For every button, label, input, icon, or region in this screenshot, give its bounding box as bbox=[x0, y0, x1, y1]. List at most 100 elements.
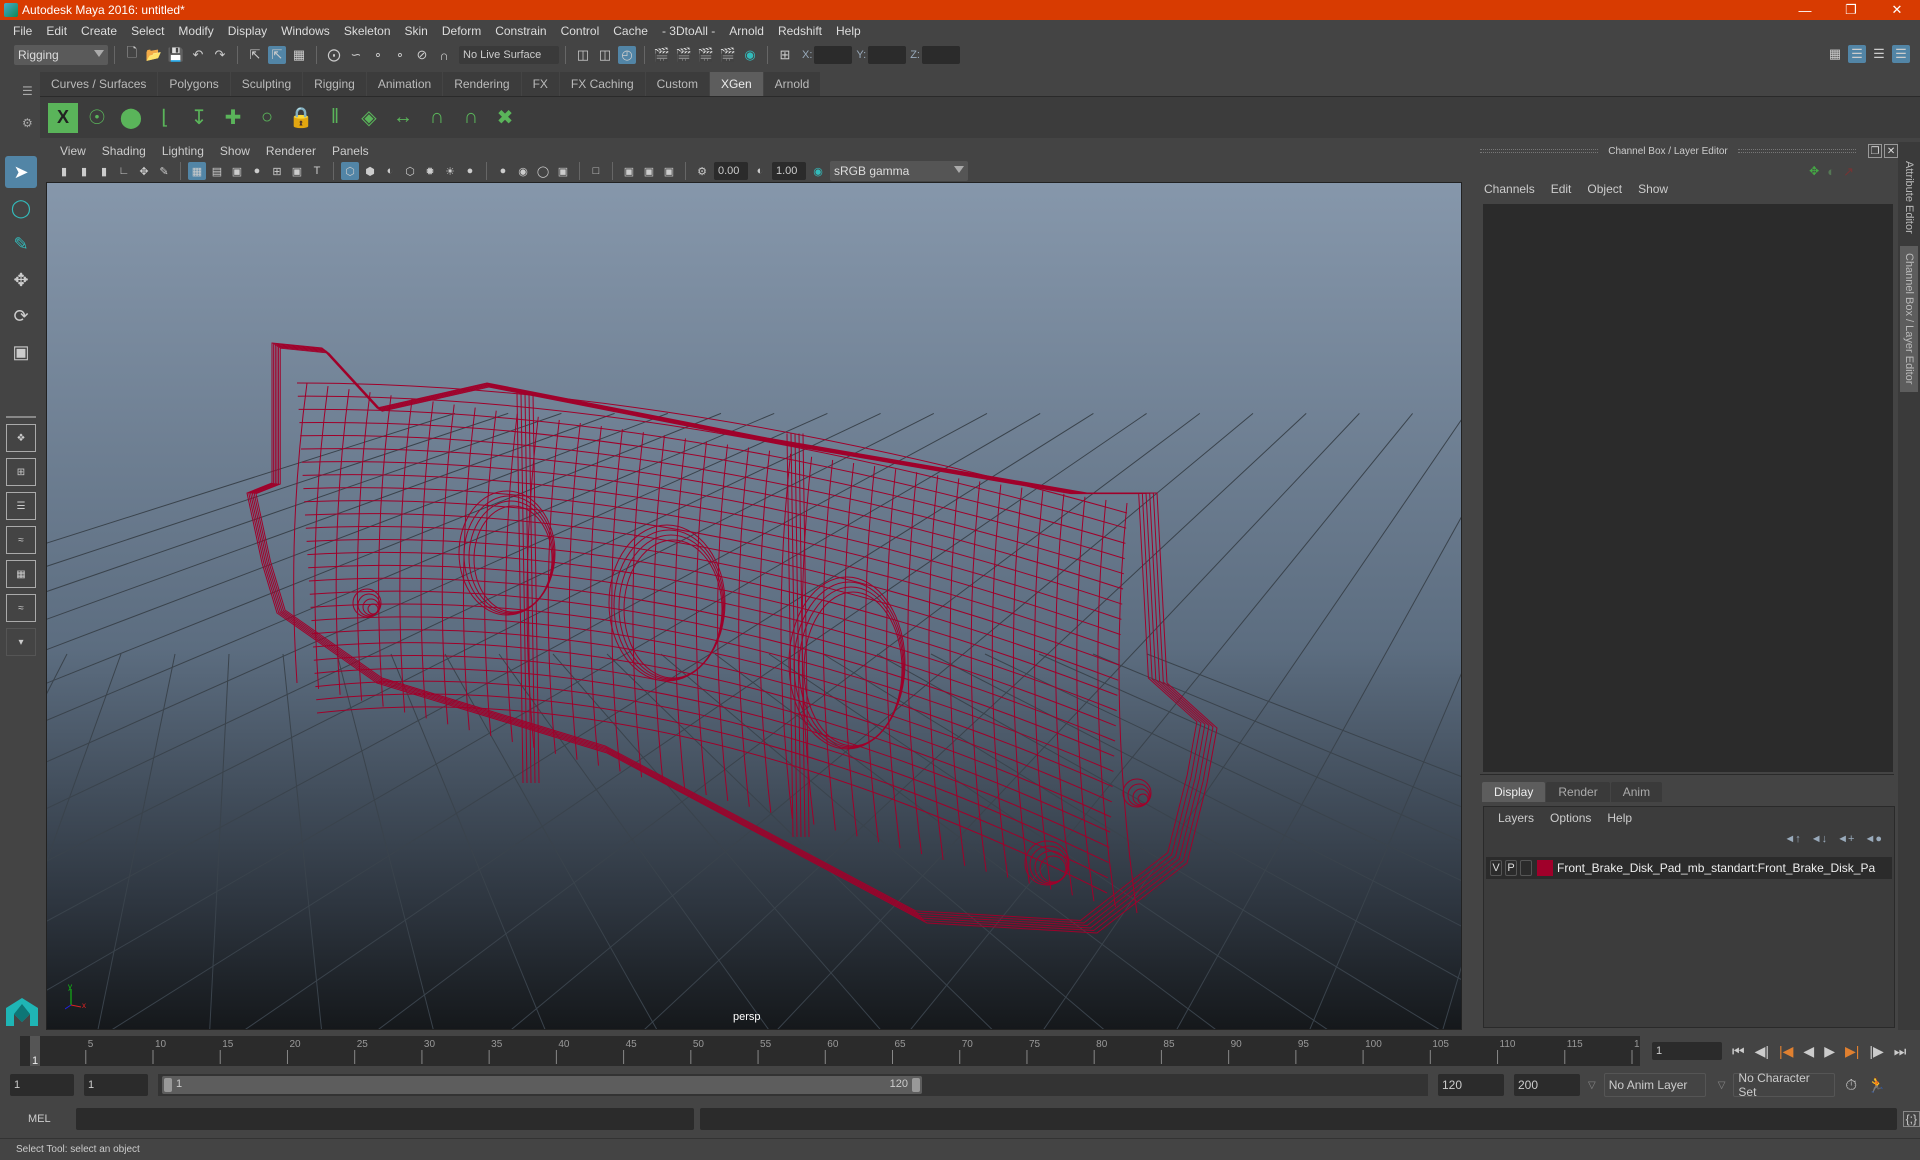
shelf-tab-fx[interactable]: FX bbox=[521, 72, 559, 96]
curves-to-guides-icon[interactable]: ∩ bbox=[456, 103, 486, 133]
field-chart-icon[interactable]: ⊞ bbox=[268, 162, 286, 180]
menu-control[interactable]: Control bbox=[554, 24, 607, 38]
hypershade-layout-icon[interactable]: ▦ bbox=[6, 560, 36, 588]
smooth-shade-icon[interactable]: ⬢ bbox=[361, 162, 379, 180]
gamma-icon[interactable]: ◐ bbox=[751, 162, 769, 180]
manipulator-axis-icon[interactable]: ✥ bbox=[1809, 164, 1819, 180]
gamma-field[interactable]: 1.00 bbox=[772, 162, 806, 180]
range-slider[interactable]: 1 120 bbox=[158, 1074, 1428, 1096]
chevron-down-icon[interactable]: ▽ bbox=[1718, 1080, 1726, 1091]
lasso-tool-icon[interactable]: ◯ bbox=[5, 192, 37, 224]
step-forward-key-icon[interactable]: ▶| bbox=[1845, 1043, 1859, 1060]
live-surface-field[interactable]: No Live Surface bbox=[459, 46, 559, 64]
open-scene-icon[interactable]: 📂 bbox=[145, 46, 163, 64]
camera-attributes-icon[interactable]: ▮ bbox=[75, 162, 93, 180]
scale-tool-icon[interactable]: ▣ bbox=[5, 336, 37, 368]
menu-help[interactable]: Help bbox=[1599, 811, 1640, 825]
new-scene-icon[interactable]: 🗋 bbox=[123, 45, 141, 64]
new-layer-icon[interactable]: ◄+ bbox=[1837, 833, 1854, 845]
float-panel-icon[interactable]: ❐ bbox=[1868, 144, 1883, 158]
use-all-lights-icon[interactable]: ☀ bbox=[441, 162, 459, 180]
auto-key-icon[interactable]: ⏱ bbox=[1845, 1077, 1857, 1094]
script-editor-icon[interactable]: {;} bbox=[1902, 1111, 1920, 1127]
menu-skin[interactable]: Skin bbox=[398, 24, 435, 38]
menu-edit[interactable]: Edit bbox=[1543, 182, 1580, 196]
viewport-persp[interactable]: y x persp bbox=[46, 182, 1462, 1030]
safe-title-icon[interactable]: T bbox=[308, 162, 326, 180]
wireframe-on-shaded-icon[interactable]: ⬡ bbox=[401, 162, 419, 180]
bend-guide-icon[interactable]: ↔ bbox=[388, 103, 418, 133]
x-field[interactable] bbox=[814, 46, 853, 64]
shelf-tab-curves-surfaces[interactable]: Curves / Surfaces bbox=[40, 72, 158, 96]
shelf-tab-arnold[interactable]: Arnold bbox=[763, 72, 821, 96]
shelf-tab-sculpting[interactable]: Sculpting bbox=[230, 72, 303, 96]
film-gate-icon[interactable]: ▤ bbox=[208, 162, 226, 180]
range-slider-bar-fill[interactable]: 1 120 bbox=[162, 1076, 922, 1094]
select-components-icon[interactable]: ▦ bbox=[290, 46, 308, 64]
menu-display[interactable]: Display bbox=[221, 24, 274, 38]
play-forwards-icon[interactable]: ▶ bbox=[1824, 1043, 1835, 1060]
2d-pan-zoom-icon[interactable]: ✥ bbox=[135, 162, 153, 180]
menu-cache[interactable]: Cache bbox=[606, 24, 655, 38]
step-back-key-icon[interactable]: |◀ bbox=[1779, 1043, 1793, 1060]
shelf-tab-animation[interactable]: Animation bbox=[366, 72, 443, 96]
hypershade-icon[interactable]: ◉ bbox=[741, 46, 759, 64]
menu-help[interactable]: Help bbox=[829, 24, 868, 38]
close-panel-icon[interactable]: ✕ bbox=[1884, 144, 1899, 158]
menu-edit[interactable]: Edit bbox=[39, 24, 74, 38]
anim-layer-dropdown[interactable]: No Anim Layer bbox=[1603, 1073, 1706, 1097]
menu-redshift[interactable]: Redshift bbox=[771, 24, 829, 38]
menu-object[interactable]: Object bbox=[1579, 182, 1630, 196]
guides-to-curves-icon[interactable]: ∩ bbox=[422, 103, 452, 133]
shelf-tab-rigging[interactable]: Rigging bbox=[303, 72, 366, 96]
speed-icon[interactable]: ↗ bbox=[1843, 164, 1854, 180]
step-back-frame-icon[interactable]: ◀| bbox=[1755, 1043, 1769, 1060]
play-backwards-icon[interactable]: ◀ bbox=[1803, 1043, 1814, 1060]
brake-pad-wireframe-mesh[interactable] bbox=[246, 342, 1218, 934]
playback-end-field[interactable]: 120 bbox=[1438, 1074, 1504, 1096]
tab-display[interactable]: Display bbox=[1482, 782, 1546, 802]
select-camera-icon[interactable]: ▮ bbox=[55, 162, 73, 180]
more-layouts-icon[interactable]: ▾ bbox=[6, 628, 36, 656]
tab-render[interactable]: Render bbox=[1546, 782, 1610, 802]
delete-guide-icon[interactable]: ✖ bbox=[490, 103, 520, 133]
view-transform-dropdown[interactable]: sRGB gamma bbox=[830, 161, 968, 181]
tab-anim[interactable]: Anim bbox=[1610, 782, 1663, 802]
menu-options[interactable]: Options bbox=[1542, 811, 1599, 825]
xray-active-icon[interactable]: ▣ bbox=[640, 162, 658, 180]
bookmark-icon[interactable]: ▮ bbox=[95, 162, 113, 180]
attribute-editor-toggle-icon[interactable]: ☰ bbox=[1848, 45, 1866, 63]
xgen-window-icon[interactable]: X bbox=[48, 102, 78, 133]
grid-toggle-icon[interactable]: ▦ bbox=[188, 162, 206, 180]
restore-button[interactable]: ❐ bbox=[1828, 0, 1874, 20]
viewport-menu-show[interactable]: Show bbox=[212, 144, 258, 158]
xgen-grid-icon[interactable]: ◈ bbox=[354, 103, 384, 133]
mel-input[interactable] bbox=[76, 1108, 694, 1130]
shelf-tab-rendering[interactable]: Rendering bbox=[443, 72, 521, 96]
add-guide-icon[interactable]: ⌊ bbox=[150, 103, 180, 133]
image-plane-icon[interactable]: ∟ bbox=[115, 162, 133, 180]
viewport-menu-shading[interactable]: Shading bbox=[94, 144, 154, 158]
add-guide-tool-icon[interactable]: ✚ bbox=[218, 103, 248, 133]
save-scene-icon[interactable]: 💾 bbox=[167, 46, 185, 64]
paint-select-tool-icon[interactable]: ✎ bbox=[5, 228, 37, 260]
time-slider[interactable]: 1 5 10 15 20 25 30 35 40 45 50 55 60 65 70 75 80 85 90 95 10… bbox=[20, 1036, 1651, 1067]
range-end-handle[interactable] bbox=[912, 1078, 920, 1092]
shelf-tab-xgen[interactable]: XGen bbox=[709, 72, 763, 96]
range-start-handle[interactable] bbox=[164, 1078, 172, 1092]
menu-file[interactable]: File bbox=[6, 24, 39, 38]
viewport-menu-panels[interactable]: Panels bbox=[324, 144, 377, 158]
anti-aliasing-icon[interactable]: ◯ bbox=[534, 162, 552, 180]
chevron-down-icon[interactable]: ▽ bbox=[1588, 1080, 1596, 1091]
menuset-dropdown[interactable]: Rigging bbox=[14, 45, 108, 65]
snap-grid-icon[interactable]: ⨀ bbox=[325, 46, 343, 64]
move-layer-up-icon[interactable]: ◄↑ bbox=[1784, 833, 1800, 845]
move-layer-down-icon[interactable]: ◄↓ bbox=[1811, 833, 1827, 845]
shadows-icon[interactable]: ● bbox=[461, 162, 479, 180]
persp-outliner-layout-icon[interactable]: ☰ bbox=[6, 492, 36, 520]
close-button[interactable]: ✕ bbox=[1874, 0, 1920, 20]
resolution-gate-icon[interactable]: ▣ bbox=[228, 162, 246, 180]
wireframe-icon[interactable]: ⬡ bbox=[341, 162, 359, 180]
exposure-field[interactable]: 0.00 bbox=[714, 162, 748, 180]
menu-layers[interactable]: Layers bbox=[1490, 811, 1542, 825]
